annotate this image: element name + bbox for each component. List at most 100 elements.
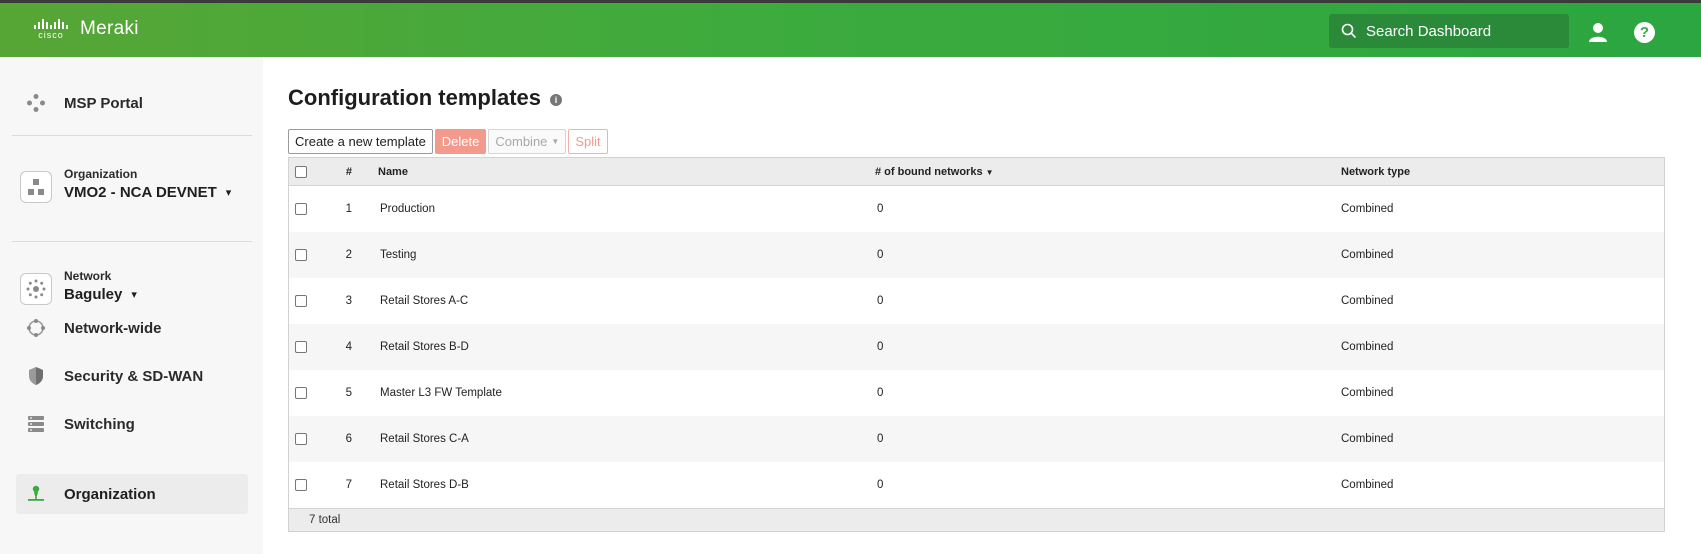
sidebar-divider (12, 135, 252, 136)
split-button[interactable]: Split (568, 129, 608, 154)
row-bound-networks: 0 (877, 387, 884, 399)
row-name[interactable]: Retail Stores C-A (380, 433, 469, 445)
table-row[interactable]: 6 Retail Stores C-A 0 Combined (289, 416, 1664, 462)
row-bound-networks: 0 (877, 479, 884, 491)
sidebar-item-msp-portal[interactable]: MSP Portal (16, 83, 248, 123)
search-dashboard-input[interactable]: Search Dashboard (1329, 14, 1569, 48)
table-row[interactable]: 4 Retail Stores B-D 0 Combined (289, 324, 1664, 370)
table-row[interactable]: 3 Retail Stores A-C 0 Combined (289, 278, 1664, 324)
sidebar: MSP Portal Organization VMO2 - NCA DEVNE… (0, 57, 263, 554)
column-header-bound-networks[interactable]: # of bound networks ▼ (875, 166, 993, 178)
row-checkbox[interactable] (295, 479, 307, 491)
chevron-down-icon[interactable]: ▾ (226, 186, 232, 199)
combine-label: Combine (495, 134, 548, 149)
column-header-num: # (345, 165, 352, 178)
row-name[interactable]: Retail Stores D-B (380, 479, 469, 491)
sidebar-item-switching[interactable]: Switching (16, 404, 248, 444)
row-checkbox[interactable] (295, 203, 307, 215)
sidebar-item-label: MSP Portal (64, 94, 143, 112)
table-row[interactable]: 5 Master L3 FW Template 0 Combined (289, 370, 1664, 416)
toolbar: Create a new template Delete Combine ▼ S… (288, 129, 608, 154)
row-num: 4 (345, 341, 352, 353)
sidebar-item-security-sd-wan[interactable]: Security & SD-WAN (16, 356, 248, 396)
sidebar-divider (12, 241, 252, 242)
row-checkbox[interactable] (295, 249, 307, 261)
row-bound-networks: 0 (877, 341, 884, 353)
row-checkbox[interactable] (295, 387, 307, 399)
user-icon[interactable] (1587, 21, 1609, 48)
row-checkbox[interactable] (295, 295, 307, 307)
network-name: Baguley (64, 286, 123, 303)
table-row[interactable]: 2 Testing 0 Combined (289, 232, 1664, 278)
meraki-logo[interactable]: cisco Meraki (34, 18, 139, 40)
column-header-bound-label: # of bound networks (875, 165, 983, 178)
select-all-checkbox[interactable] (295, 165, 307, 178)
row-num: 7 (345, 479, 352, 491)
caret-down-icon: ▼ (551, 137, 560, 146)
templates-table: # Name # of bound networks ▼ Network type… (288, 157, 1665, 532)
delete-button[interactable]: Delete (434, 129, 487, 154)
row-network-type: Combined (1341, 479, 1394, 491)
row-network-type: Combined (1341, 295, 1394, 307)
row-bound-networks: 0 (877, 249, 884, 261)
main-content: Configuration templates i Create a new t… (263, 57, 1701, 554)
top-bar: cisco Meraki Search Dashboard ? (0, 0, 1701, 57)
table-footer: 7 total (289, 508, 1664, 531)
row-name[interactable]: Testing (380, 249, 416, 261)
sidebar-item-organization[interactable]: Organization (16, 474, 248, 514)
organization-context-icon (20, 171, 52, 203)
sort-down-icon: ▼ (985, 167, 994, 177)
search-icon (1341, 23, 1357, 39)
row-num: 3 (345, 295, 352, 307)
row-name[interactable]: Retail Stores B-D (380, 341, 469, 353)
organization-caption: Organization (64, 167, 138, 181)
sidebar-item-network-wide[interactable]: Network-wide (16, 308, 248, 348)
sidebar-item-label: Network-wide (64, 319, 162, 337)
row-bound-networks: 0 (877, 203, 884, 215)
cisco-bars-icon (34, 18, 68, 29)
row-checkbox[interactable] (295, 433, 307, 445)
row-network-type: Combined (1341, 341, 1394, 353)
row-bound-networks: 0 (877, 295, 884, 307)
table-row[interactable]: 7 Retail Stores D-B 0 Combined (289, 462, 1664, 508)
organization-selector[interactable]: Organization VMO2 - NCA DEVNET ▾ (20, 167, 231, 203)
chevron-down-icon[interactable]: ▾ (131, 288, 137, 301)
network-caption: Network (64, 269, 112, 283)
row-network-type: Combined (1341, 387, 1394, 399)
row-bound-networks: 0 (877, 433, 884, 445)
info-icon[interactable]: i (550, 94, 563, 106)
row-network-type: Combined (1341, 433, 1394, 445)
organization-name: VMO2 - NCA DEVNET (64, 184, 217, 201)
row-name[interactable]: Retail Stores A-C (380, 295, 468, 307)
table-header: # Name # of bound networks ▼ Network type (289, 158, 1664, 186)
sidebar-item-label: Switching (64, 415, 135, 433)
total-count: 7 total (309, 514, 341, 526)
row-num: 2 (345, 249, 352, 261)
row-checkbox[interactable] (295, 341, 307, 353)
row-name[interactable]: Master L3 FW Template (380, 387, 502, 399)
page-title: Configuration templates (288, 85, 542, 110)
row-name[interactable]: Production (380, 203, 435, 215)
column-header-name[interactable]: Name (378, 166, 408, 178)
cisco-wordmark: cisco (38, 29, 64, 40)
sidebar-item-label: Security & SD-WAN (64, 367, 204, 385)
sidebar-item-label: Organization (64, 485, 156, 503)
column-header-network-type[interactable]: Network type (1341, 166, 1410, 178)
msp-portal-icon (16, 93, 56, 113)
organization-icon (16, 484, 56, 504)
meraki-wordmark: Meraki (80, 18, 139, 39)
combine-button[interactable]: Combine ▼ (488, 129, 567, 154)
shield-icon (16, 366, 56, 386)
help-icon[interactable]: ? (1634, 22, 1655, 43)
row-num: 6 (345, 433, 352, 445)
cisco-logo: cisco (34, 18, 68, 40)
network-selector[interactable]: Network Baguley ▾ (20, 269, 137, 305)
network-context-icon (20, 273, 52, 305)
row-network-type: Combined (1341, 203, 1394, 215)
table-row[interactable]: 1 Production 0 Combined (289, 186, 1664, 232)
row-num: 1 (345, 203, 352, 215)
row-num: 5 (345, 387, 352, 399)
switch-icon (16, 414, 56, 434)
create-template-button[interactable]: Create a new template (288, 129, 433, 154)
row-network-type: Combined (1341, 249, 1394, 261)
